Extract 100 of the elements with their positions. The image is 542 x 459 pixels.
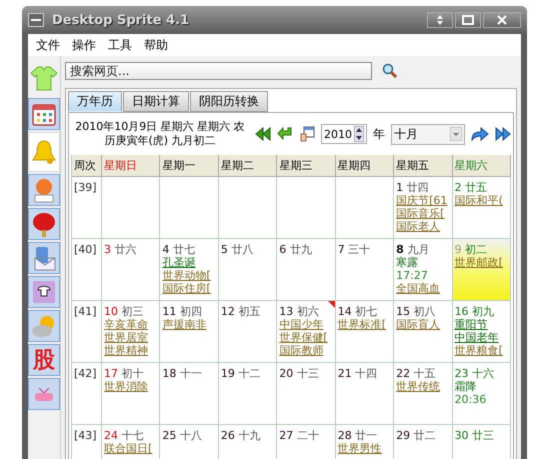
festival-link[interactable]: 国际教师 [279,344,324,357]
day-cell[interactable]: 28 廿一 世界男性 [336,425,394,459]
lantern-icon [30,210,58,238]
menu-item[interactable]: 工具 [108,36,132,54]
double-left-arrow-icon[interactable] [255,127,271,141]
dropdown-caret-icon [450,127,462,141]
menu-item[interactable]: 文件 [36,36,60,54]
maximize-button[interactable] [455,12,481,28]
festival-link[interactable]: 世界居室 [104,331,148,344]
day-label: 24 十七 [104,429,144,442]
column-header: 星期五 [394,155,453,177]
festival-link[interactable]: 世界动物[ [162,269,211,282]
festival-link[interactable]: 声援南非 [162,318,206,331]
search-icon[interactable] [382,63,398,79]
day-cell[interactable]: 7 三十 [336,239,394,301]
sidebar-button[interactable] [28,276,60,308]
today-cell[interactable]: 9 初二 世界邮政[ [452,239,511,301]
day-label: 16 初九 [454,305,494,318]
day-cell[interactable]: 10 初三 辛亥革命 世界居室 世界精神 [102,301,160,363]
window-menu-button[interactable] [28,13,44,27]
close-button[interactable] [483,12,521,28]
day-cell[interactable]: 5 廿八 [218,239,278,301]
day-label: 5 廿八 [220,243,254,256]
holiday-link[interactable]: 重阳节 [454,318,488,331]
festival-link[interactable]: 世界粮食[ [454,344,503,357]
search-field[interactable]: 搜索网页... [65,62,372,80]
day-cell[interactable]: 19 十二 [218,363,278,425]
day-label: 12 初五 [220,305,260,318]
day-cell[interactable]: 12 初五 [218,301,278,363]
festival-link[interactable]: 世界传统 [396,380,440,393]
menu-item[interactable]: 帮助 [144,36,168,54]
window-title: Desktop Sprite 4.1 [52,12,190,28]
day-cell[interactable]: 14 初七 世界标准[ [336,301,394,363]
tab[interactable]: 阴阳历转换 [190,91,268,112]
day-cell[interactable]: 22 十五 世界传统 [394,363,453,425]
return-arrow-icon[interactable] [277,127,293,141]
bell-icon [30,138,58,166]
double-right-arrow-icon[interactable] [495,127,511,141]
day-label: 22 十五 [396,367,436,380]
holiday-link[interactable]: 孔圣诞 [162,256,196,269]
maximize-icon [462,15,474,25]
festival-link[interactable]: 世界邮政[ [454,256,503,269]
shirt-icon [30,64,58,92]
stock-glyph: 股 [33,346,55,374]
festival-link[interactable]: 世界男性 [338,442,382,455]
year-spinner[interactable]: 2010 [321,124,367,144]
festival-link[interactable]: 世界消除 [104,380,148,393]
solar-term-label: 寒露 [396,256,418,269]
festival-link[interactable]: 联合国日[ [104,442,152,455]
festival-link[interactable]: 国际老人 [396,220,440,233]
tab[interactable]: 万年历 [68,91,122,112]
festival-link[interactable]: 世界保健[ [279,331,328,344]
festival-link[interactable]: 辛亥革命 [104,318,148,331]
day-label: 7 三十 [338,243,370,256]
column-header: 星期一 [160,155,219,177]
day-cell[interactable]: 6 廿九 [277,239,336,301]
day-cell[interactable]: 15 初八 国际盲人 [394,301,453,363]
festival-link[interactable]: 国际盲人 [396,318,440,331]
forward-arrow-icon[interactable] [471,127,489,141]
day-cell[interactable]: 17 初十 世界消除 [102,363,160,425]
day-label: 19 十二 [220,367,260,380]
festival-link[interactable]: 世界精神 [104,344,148,357]
day-cell[interactable]: 24 十七 联合国日[ [102,425,160,459]
day-cell[interactable]: 26 十九 [218,425,278,459]
day-cell[interactable]: 25 十八 [160,425,219,459]
festival-link[interactable]: 国际音乐[ [396,207,444,220]
month-dropdown[interactable]: 十月 [391,124,465,144]
day-cell[interactable]: 21 十四 [336,363,394,425]
sidebar-button[interactable] [28,98,60,130]
column-header: 星期日 [102,155,160,177]
date-info: 2010年10月9日 星期六 星期六 农历庚寅年(虎) 九月初二 [74,120,246,148]
festival-link[interactable]: 国际和平( [454,194,503,207]
close-icon [496,15,508,25]
day-cell[interactable]: 18 十一 [160,363,219,425]
column-header: 星期四 [336,155,394,177]
day-cell[interactable]: 11 初四 声援南非 [160,301,219,363]
column-header: 星期二 [218,155,278,177]
day-cell[interactable]: 1 廿四 国庆节[61 国际音乐[ 国际老人 [394,177,453,239]
festival-link[interactable]: 全国高血 [396,282,440,295]
tab[interactable]: 日期计算 [123,91,189,112]
day-cell[interactable]: 16 初九 重阳节 中国老年 世界粮食[ [452,301,511,363]
day-label: 18 十一 [162,367,202,380]
day-cell[interactable]: 29 廿二 [394,425,453,459]
week-number: [41] [74,305,97,318]
day-cell[interactable]: 20 十三 [277,363,336,425]
day-cell[interactable]: 27 二十 [277,425,336,459]
menu-item[interactable]: 操作 [72,36,96,54]
day-cell[interactable]: 13 初六 中国少年 世界保健[ 国际教师 [277,301,336,363]
festival-link[interactable]: 中国少年 [279,318,324,331]
day-cell[interactable]: 4 廿七 孔圣诞 世界动物[ 国际住房[ [160,239,219,301]
day-cell[interactable]: 3 廿六 [102,239,160,301]
restore-button[interactable] [427,12,453,28]
day-label: 2 廿五 [454,181,488,194]
day-cell[interactable]: 23 十六 霜降 20:36 [452,363,511,425]
festival-link[interactable]: 国际住房[ [162,282,211,295]
festival-link[interactable]: 国庆节[61 [396,194,448,207]
festival-link[interactable]: 世界标准[ [338,318,386,331]
day-label: 21 十四 [338,367,378,380]
day-cell[interactable]: 30 廿三 [452,425,511,459]
holiday-link[interactable]: 中国老年 [454,331,499,344]
